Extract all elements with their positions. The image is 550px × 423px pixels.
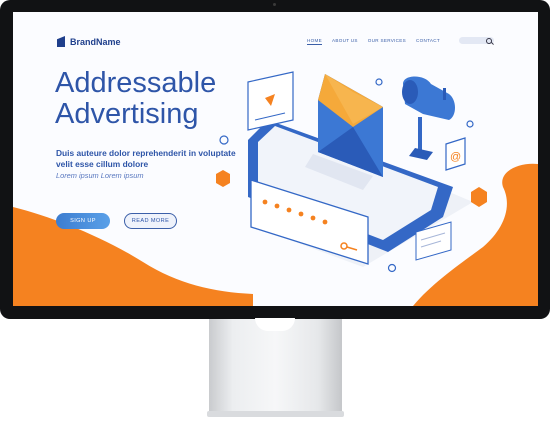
- monitor-stand: [209, 319, 342, 411]
- nav-item-our-services[interactable]: OUR SERVICES: [368, 38, 406, 45]
- sign-up-button[interactable]: SIGN UP: [56, 213, 110, 229]
- nav-item-about-us[interactable]: ABOUT US: [332, 38, 358, 45]
- hexagon-right: [471, 187, 487, 207]
- nav-item-contact[interactable]: CONTACT: [416, 38, 440, 45]
- hero-subtitle: Duis auteure dolor reprehenderit in volu…: [56, 148, 236, 169]
- svg-text:@: @: [450, 151, 461, 163]
- brand-name: BrandName: [70, 36, 121, 47]
- brand-mark-icon: [57, 36, 65, 47]
- read-more-button[interactable]: READ MORE: [124, 213, 177, 229]
- title-line-2: Advertising: [55, 98, 199, 130]
- landing-page-screen: @ BrandName HOME ABOUT US OUR SERVICES C…: [13, 12, 538, 306]
- camera-dot: [273, 3, 276, 6]
- video-card-icon: [247, 71, 294, 131]
- title-line-1: Addressable: [55, 67, 217, 99]
- nav-item-home[interactable]: HOME: [307, 38, 322, 45]
- hexagon-left: [216, 170, 230, 187]
- monitor-stand-foot: [207, 411, 344, 417]
- search-icon[interactable]: [486, 38, 492, 44]
- hero-tagline: Lorem ipsum Lorem ipsum: [56, 171, 144, 180]
- at-sign-icon: @: [445, 137, 466, 171]
- brand-logo[interactable]: BrandName: [57, 36, 121, 47]
- main-nav: HOME ABOUT US OUR SERVICES CONTACT: [307, 38, 440, 45]
- page-title: Addressable Advertising: [55, 68, 216, 130]
